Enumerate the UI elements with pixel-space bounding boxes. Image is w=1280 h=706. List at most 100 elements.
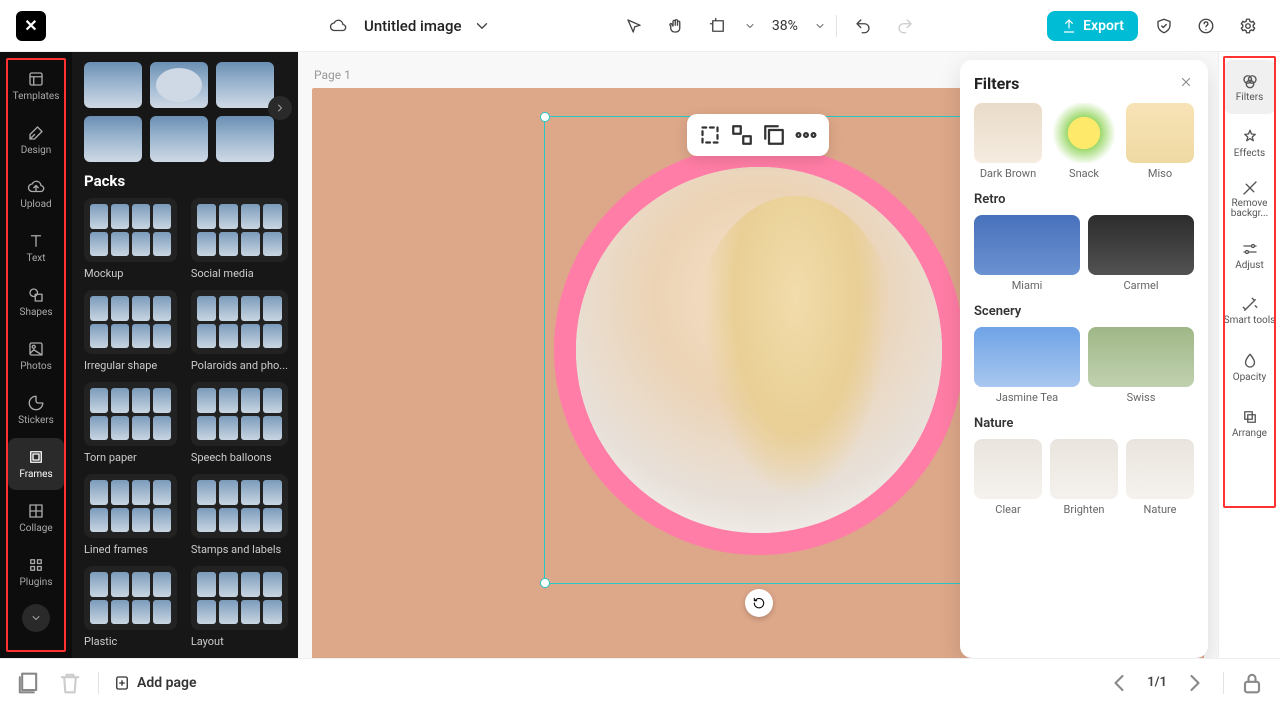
nav-more[interactable] (22, 604, 50, 632)
context-toolbar (687, 114, 829, 156)
crop-icon[interactable] (695, 120, 725, 150)
collapse-panel-handle[interactable] (291, 355, 298, 395)
rr-effects[interactable]: Effects (1224, 116, 1276, 170)
pack-label: Stamps and labels (191, 543, 288, 556)
lock-icon[interactable] (1238, 669, 1266, 697)
settings-icon[interactable] (1232, 10, 1264, 42)
filter-card[interactable]: Swiss (1088, 327, 1194, 404)
pack-card[interactable]: Torn paper (84, 382, 177, 464)
canvas-area[interactable]: Page 1 Filters Dark BrownSnackMiso Retro (298, 52, 1218, 658)
pack-label: Mockup (84, 267, 177, 280)
app-logo[interactable]: ✕ (16, 11, 46, 41)
pack-label: Torn paper (84, 451, 177, 464)
top-bar: ✕ Untitled image 38% Export (0, 0, 1280, 52)
rr-arrange[interactable]: Arrange (1224, 396, 1276, 450)
shield-icon[interactable] (1148, 10, 1180, 42)
undo-icon[interactable] (847, 10, 879, 42)
filter-card[interactable]: Miami (974, 215, 1080, 292)
packs-heading: Packs (84, 172, 288, 190)
frame-thumb[interactable] (150, 116, 208, 162)
nav-upload[interactable]: Upload (8, 168, 64, 220)
pages-icon[interactable] (14, 669, 42, 697)
rr-smart-tools[interactable]: Smart tools (1224, 284, 1276, 338)
crop-tool-icon[interactable] (702, 10, 734, 42)
pack-card[interactable]: Social media (191, 198, 288, 280)
rotate-handle[interactable] (745, 589, 773, 617)
more-icon[interactable] (791, 120, 821, 150)
pack-label: Plastic (84, 635, 177, 648)
filter-card[interactable]: Jasmine Tea (974, 327, 1080, 404)
filter-card[interactable]: Nature (1126, 439, 1194, 516)
pack-card[interactable]: Stamps and labels (191, 474, 288, 556)
rr-remove-bg[interactable]: Remove backgr... (1224, 172, 1276, 226)
pack-card[interactable]: Layout (191, 566, 288, 648)
filter-group-title: Retro (974, 192, 1194, 207)
filters-panel: Filters Dark BrownSnackMiso Retro MiamiCa… (960, 60, 1208, 658)
prev-page-icon[interactable] (1105, 669, 1133, 697)
redo-icon[interactable] (889, 10, 921, 42)
resize-handle[interactable] (540, 112, 550, 122)
next-page-icon[interactable] (1181, 669, 1209, 697)
rr-opacity[interactable]: Opacity (1224, 340, 1276, 394)
right-rail: Filters Effects Remove backgr... Adjust … (1218, 52, 1280, 658)
select-tool-icon[interactable] (618, 10, 650, 42)
left-nav-rail: Templates Design Upload Text Shapes Phot… (0, 52, 72, 658)
pack-label: Irregular shape (84, 359, 177, 372)
delete-icon[interactable] (56, 669, 84, 697)
pack-card[interactable]: Irregular shape (84, 290, 177, 372)
filter-card[interactable]: Dark Brown (974, 103, 1042, 180)
filter-card[interactable]: Clear (974, 439, 1042, 516)
resize-handle[interactable] (540, 578, 550, 588)
cloud-save-icon[interactable] (322, 10, 354, 42)
pack-label: Social media (191, 267, 288, 280)
filter-card[interactable]: Brighten (1050, 439, 1118, 516)
hand-tool-icon[interactable] (660, 10, 692, 42)
frame-thumb[interactable] (150, 62, 208, 108)
pack-card[interactable]: Polaroids and pho... (191, 290, 288, 372)
chevron-down-icon[interactable] (472, 10, 492, 42)
page-indicator: 1/1 (1147, 675, 1167, 690)
filter-card[interactable]: Miso (1126, 103, 1194, 180)
rr-filters[interactable]: Filters (1224, 60, 1276, 114)
nav-text[interactable]: Text (8, 222, 64, 274)
frame-thumb[interactable] (216, 62, 274, 108)
bottom-bar: Add page 1/1 (0, 658, 1280, 706)
pack-label: Polaroids and pho... (191, 359, 288, 372)
pack-card[interactable]: Speech balloons (191, 382, 288, 464)
duplicate-icon[interactable] (759, 120, 789, 150)
nav-plugins[interactable]: Plugins (8, 546, 64, 598)
pack-label: Lined frames (84, 543, 177, 556)
pack-label: Layout (191, 635, 288, 648)
filter-card[interactable]: Snack (1050, 103, 1118, 180)
export-button[interactable]: Export (1047, 11, 1138, 41)
rr-adjust[interactable]: Adjust (1224, 228, 1276, 282)
nav-frames[interactable]: Frames (8, 438, 64, 490)
filter-group-title: Scenery (974, 304, 1194, 319)
zoom-level[interactable]: 38% (766, 18, 804, 34)
nav-photos[interactable]: Photos (8, 330, 64, 382)
pack-label: Speech balloons (191, 451, 288, 464)
nav-collage[interactable]: Collage (8, 492, 64, 544)
help-icon[interactable] (1190, 10, 1222, 42)
pack-card[interactable]: Lined frames (84, 474, 177, 556)
document-title[interactable]: Untitled image (364, 17, 462, 35)
nav-design[interactable]: Design (8, 114, 64, 166)
nav-templates[interactable]: Templates (8, 60, 64, 112)
frame-thumb[interactable] (84, 116, 142, 162)
ai-expand-icon[interactable] (727, 120, 757, 150)
selection-outline (544, 116, 974, 584)
pack-card[interactable]: Plastic (84, 566, 177, 648)
add-page-button[interactable]: Add page (113, 674, 196, 692)
export-label: Export (1083, 18, 1124, 34)
pack-card[interactable]: Mockup (84, 198, 177, 280)
close-icon[interactable] (1176, 72, 1196, 92)
nav-shapes[interactable]: Shapes (8, 276, 64, 328)
frame-thumb[interactable] (84, 62, 142, 108)
frame-thumb[interactable] (216, 116, 274, 162)
filters-title: Filters (974, 74, 1194, 93)
nav-stickers[interactable]: Stickers (8, 384, 64, 436)
filter-group-title: Nature (974, 416, 1194, 431)
filter-card[interactable]: Carmel (1088, 215, 1194, 292)
frames-panel: Packs Mockup Social media Irregular shape P… (72, 52, 298, 658)
page-label: Page 1 (314, 68, 351, 82)
